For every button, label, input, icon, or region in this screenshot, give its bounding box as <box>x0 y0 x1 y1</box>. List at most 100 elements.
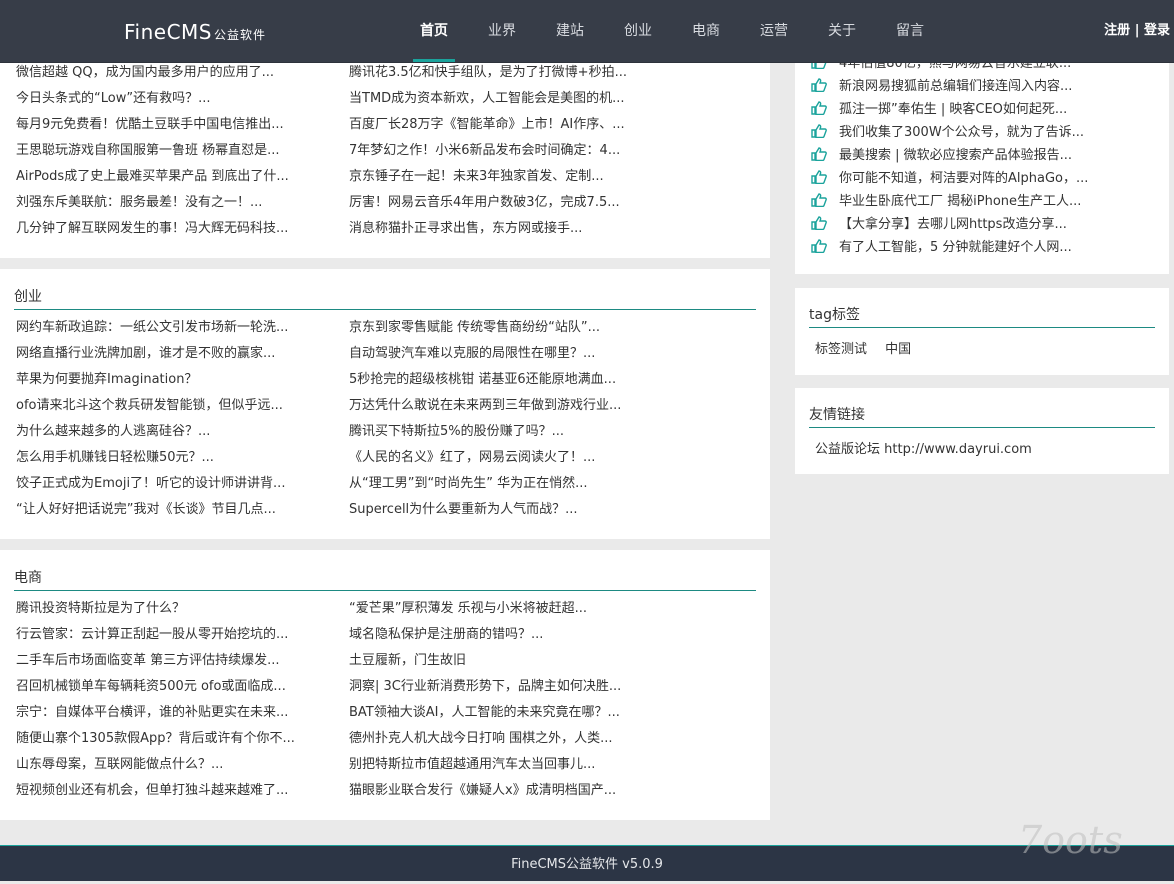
thumbs-up-icon <box>811 147 827 161</box>
news-item[interactable]: 腾讯投资特斯拉是为了什么？ <box>16 596 316 622</box>
news-item[interactable]: 随便山寨个1305款假App？背后或许有个你不... <box>16 726 316 752</box>
news-item[interactable]: 苹果为何要抛弃Imagination？ <box>16 367 316 393</box>
hot-item-text: 你可能不知道，柯洁要对阵的AlphaGo，... <box>839 171 1089 186</box>
news-item[interactable]: 王思聪玩游戏自称国服第一鲁班 杨幂直怼是... <box>16 138 316 164</box>
sidebar-tags-panel: tag标签 标签测试 中国 <box>795 288 1169 375</box>
footer-text: FineCMS公益软件 v5.0.9 <box>511 857 663 872</box>
news-item[interactable]: 网约车新政追踪：一纸公文引发市场新一轮洗... <box>16 315 316 341</box>
news-item[interactable]: 7年梦幻之作！小米6新品发布会时间确定：4... <box>349 138 649 164</box>
site-logo[interactable]: FineCMS 公益软件 <box>124 20 266 44</box>
login-link[interactable]: 登录 <box>1144 23 1170 38</box>
hot-item[interactable]: 我们收集了300W个公众号，就为了告诉... <box>811 121 1161 144</box>
news-item[interactable]: 微信超越 QQ，成为国内最多用户的应用了... <box>16 60 316 86</box>
news-item[interactable]: 洞察| 3C行业新消费形势下，品牌主如何决胜... <box>349 674 649 700</box>
hot-item-text: 最美搜索 | 微软必应搜索产品体验报告... <box>839 148 1073 163</box>
tag-item[interactable]: 中国 <box>885 342 911 357</box>
hot-item-text: 我们收集了300W个公众号，就为了告诉... <box>839 125 1085 140</box>
news-column-left: 网约车新政追踪：一纸公文引发市场新一轮洗... 网络直播行业洗牌加剧，谁才是不败… <box>16 315 316 523</box>
news-item[interactable]: BAT领袖大谈AI，人工智能的未来究竟在哪？... <box>349 700 649 726</box>
news-column-left: 微信超越 QQ，成为国内最多用户的应用了... 今日头条式的“Low”还有救吗？… <box>16 60 316 242</box>
news-item[interactable]: 别把特斯拉市值超越通用汽车太当回事儿... <box>349 752 649 778</box>
friend-link[interactable]: 公益版论坛 http://www.dayrui.com <box>815 438 1032 457</box>
nav-message[interactable]: 留言 <box>889 0 931 59</box>
hot-item[interactable]: 孤注一掷”奉佑生 | 映客CEO如何起死... <box>811 98 1161 121</box>
news-item[interactable]: 消息称猫扑正寻求出售，东方网或接手... <box>349 216 649 242</box>
hot-item[interactable]: 有了人工智能，5 分钟就能建好个人网... <box>811 236 1161 259</box>
news-item[interactable]: 自动驾驶汽车难以克服的局限性在哪里？... <box>349 341 649 367</box>
news-item[interactable]: 短视频创业还有机会，但单打独斗越来越难了... <box>16 778 316 804</box>
news-item[interactable]: 为什么越来越多的人逃离硅谷？... <box>16 419 316 445</box>
hot-item-text: 毕业生卧底代工厂 揭秘iPhone生产工人... <box>839 194 1082 209</box>
tag-item[interactable]: 标签测试 <box>815 342 867 357</box>
news-item[interactable]: ofo请来北斗这个救兵研发智能锁，但似乎远... <box>16 393 316 419</box>
news-item[interactable]: 网络直播行业洗牌加剧，谁才是不败的赢家... <box>16 341 316 367</box>
hot-item[interactable]: 新浪网易搜狐前总编辑们接连闯入内容... <box>811 75 1161 98</box>
nav-startup[interactable]: 创业 <box>617 0 659 59</box>
news-item[interactable]: 怎么用手机赚钱日轻松赚50元？... <box>16 445 316 471</box>
hot-item[interactable]: 【大拿分享】去哪儿网https改造分享... <box>811 213 1161 236</box>
friend-link-url: http://www.dayrui.com <box>884 442 1032 457</box>
news-item[interactable]: Supercell为什么要重新为人气而战？... <box>349 497 649 523</box>
panel-title: 友情链接 <box>809 404 1155 428</box>
nav-about[interactable]: 关于 <box>821 0 863 59</box>
nav-ecommerce[interactable]: 电商 <box>685 0 727 59</box>
sidebar-hot-panel: 4年估值80亿，熊与网易云音乐建立联... 新浪网易搜狐前总编辑们接连闯入内容.… <box>795 52 1169 274</box>
news-item[interactable]: 二手车后市场面临变革 第三方评估持续爆发... <box>16 648 316 674</box>
news-item[interactable]: 宗宁：自媒体平台横评，谁的补贴更实在未来... <box>16 700 316 726</box>
news-item[interactable]: 今日头条式的“Low”还有救吗？... <box>16 86 316 112</box>
news-item[interactable]: 从“理工男”到“时尚先生” 华为正在悄然... <box>349 471 649 497</box>
news-item[interactable]: 猫眼影业联合发行《嫌疑人x》成清明档国产... <box>349 778 649 804</box>
news-item[interactable]: 《人民的名义》红了，网易云阅读火了！... <box>349 445 649 471</box>
news-item[interactable]: 腾讯花3.5亿和快手组队，是为了打微博+秒拍... <box>349 60 649 86</box>
news-item[interactable]: 行云管家：云计算正刮起一股从零开始挖坑的... <box>16 622 316 648</box>
thumbs-up-icon <box>811 124 827 138</box>
news-item[interactable]: 万达凭什么敢说在未来两到三年做到游戏行业... <box>349 393 649 419</box>
panel-title-text: 友情链接 <box>809 407 865 423</box>
news-item[interactable]: 德州扑克人机大战今日打响 围棋之外，人类... <box>349 726 649 752</box>
panel-title-text[interactable]: 创业 <box>14 289 42 305</box>
panel-title: 电商 <box>14 567 756 591</box>
hot-item[interactable]: 你可能不知道，柯洁要对阵的AlphaGo，... <box>811 167 1161 190</box>
hot-item-text: 孤注一掷”奉佑生 | 映客CEO如何起死... <box>839 102 1068 117</box>
news-item[interactable]: 当TMD成为资本新欢，人工智能会是美图的机... <box>349 86 649 112</box>
news-item[interactable]: 京东锤子在一起！未来3年独家首发、定制... <box>349 164 649 190</box>
news-item[interactable]: 召回机械锁单车每辆耗资500元 ofo或面临成... <box>16 674 316 700</box>
news-item[interactable]: “爱芒果”厚积薄发 乐视与小米将被赶超... <box>349 596 649 622</box>
news-item[interactable]: 腾讯买下特斯拉5%的股份赚了吗？... <box>349 419 649 445</box>
news-item[interactable]: 土豆履新，门生故旧 <box>349 648 649 674</box>
news-item[interactable]: 百度厂长28万字《智能革命》上市！AI作序、... <box>349 112 649 138</box>
news-item[interactable]: 刘强东斥美联航：服务最差！没有之一！... <box>16 190 316 216</box>
thumbs-up-icon <box>811 193 827 207</box>
news-item[interactable]: 5秒抢完的超级核桃钳 诺基亚6还能原地满血... <box>349 367 649 393</box>
hot-item[interactable]: 最美搜索 | 微软必应搜索产品体验报告... <box>811 144 1161 167</box>
news-column-right: 京东到家零售赋能 传统零售商纷纷“站队”... 自动驾驶汽车难以克服的局限性在哪… <box>349 315 649 523</box>
news-item[interactable]: 山东辱母案，互联网能做点什么？... <box>16 752 316 778</box>
watermark-text: 7oots <box>1018 818 1123 862</box>
nav-industry[interactable]: 业界 <box>481 0 523 59</box>
thumbs-up-icon <box>811 78 827 92</box>
news-column-right: “爱芒果”厚积薄发 乐视与小米将被赶超... 域名隐私保护是注册商的错吗？...… <box>349 596 649 804</box>
hot-list: 4年估值80亿，熊与网易云音乐建立联... 新浪网易搜狐前总编辑们接连闯入内容.… <box>811 52 1161 259</box>
news-item[interactable]: 京东到家零售赋能 传统零售商纷纷“站队”... <box>349 315 649 341</box>
news-panel-startup: 创业 网约车新政追踪：一纸公文引发市场新一轮洗... 网络直播行业洗牌加剧，谁才… <box>0 269 770 539</box>
site-footer: FineCMS公益软件 v5.0.9 <box>0 846 1174 881</box>
news-item[interactable]: 厉害！网易云音乐4年用户数破3亿，完成7.5... <box>349 190 649 216</box>
news-item[interactable]: AirPods成了史上最难买苹果产品 到底出了什... <box>16 164 316 190</box>
register-link[interactable]: 注册 <box>1104 23 1130 38</box>
logo-main: FineCMS <box>124 20 213 44</box>
nav-operation[interactable]: 运营 <box>753 0 795 59</box>
news-item[interactable]: 几分钟了解互联网发生的事！冯大辉无码科技... <box>16 216 316 242</box>
thumbs-up-icon <box>811 216 827 230</box>
panel-title: 创业 <box>14 286 756 310</box>
news-item[interactable]: 每月9元免费看！优酷土豆联手中国电信推出... <box>16 112 316 138</box>
nav-build[interactable]: 建站 <box>549 0 591 59</box>
sidebar-links-panel: 友情链接 公益版论坛 http://www.dayrui.com <box>795 388 1169 474</box>
news-item[interactable]: “让人好好把话说完”我对《长谈》节目几点... <box>16 497 316 523</box>
panel-title-text[interactable]: 电商 <box>14 570 42 586</box>
nav-home[interactable]: 首页 <box>413 0 455 62</box>
thumbs-up-icon <box>811 101 827 115</box>
news-item[interactable]: 饺子正式成为Emoji了！听它的设计师讲讲背... <box>16 471 316 497</box>
news-item[interactable]: 域名隐私保护是注册商的错吗？... <box>349 622 649 648</box>
news-column-left: 腾讯投资特斯拉是为了什么？ 行云管家：云计算正刮起一股从零开始挖坑的... 二手… <box>16 596 316 804</box>
hot-item[interactable]: 毕业生卧底代工厂 揭秘iPhone生产工人... <box>811 190 1161 213</box>
